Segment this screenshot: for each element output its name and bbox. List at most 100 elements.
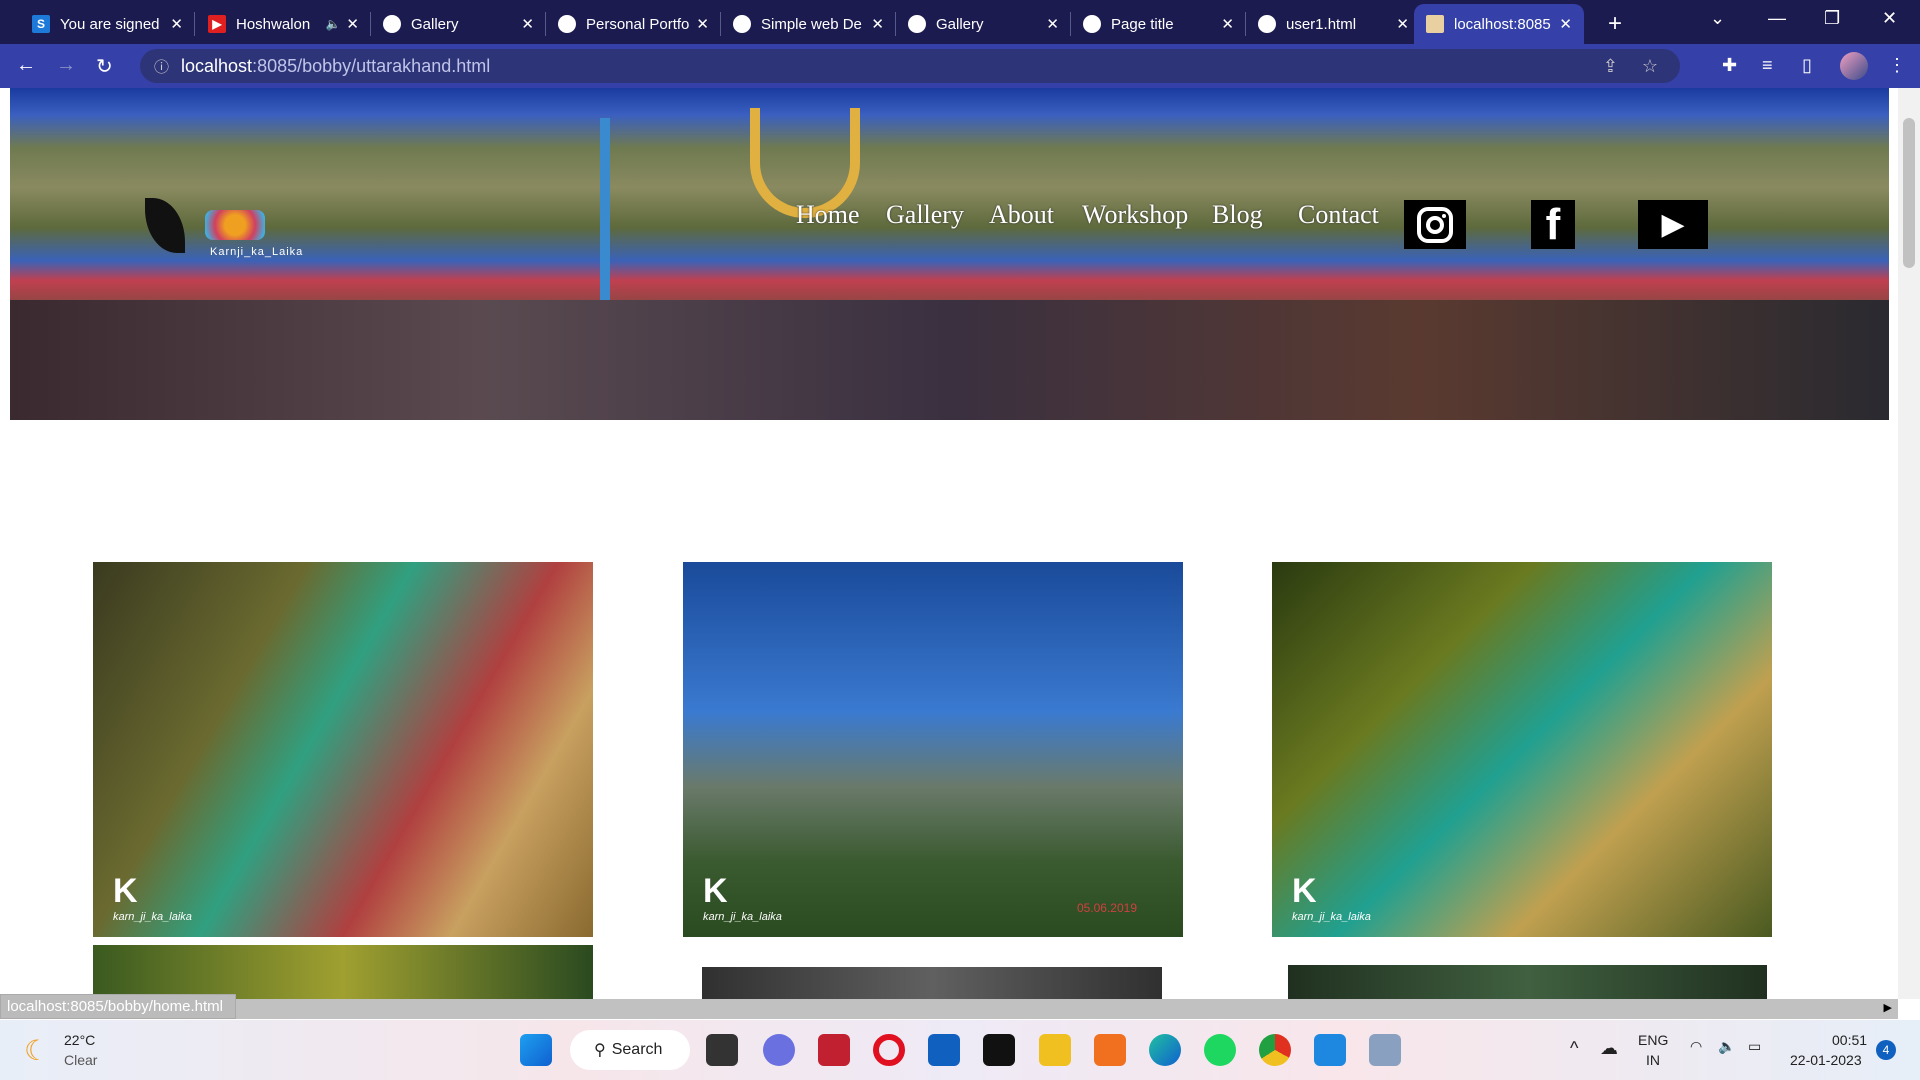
browser-tab[interactable]: Gallery ✕ bbox=[896, 4, 1071, 44]
nav-gallery[interactable]: Gallery bbox=[886, 200, 964, 230]
task-view-icon[interactable] bbox=[706, 1034, 738, 1066]
language-indicator[interactable]: ENG bbox=[1638, 1032, 1668, 1048]
close-tab-icon[interactable]: ✕ bbox=[170, 15, 183, 33]
profile-avatar[interactable] bbox=[1840, 52, 1868, 80]
search-icon: ⚲ bbox=[594, 1042, 606, 1059]
tab-label: Simple web De bbox=[761, 15, 862, 33]
globe-icon bbox=[1258, 15, 1276, 33]
taskbar: ☾ 22°C Clear ⚲ Search ^ ☁ ENG IN ◠ 🔈 ▭ 00… bbox=[0, 1020, 1920, 1080]
nav-about[interactable]: About bbox=[989, 200, 1054, 230]
vertical-scrollbar[interactable] bbox=[1898, 88, 1920, 999]
nav-workshop[interactable]: Workshop bbox=[1082, 200, 1188, 230]
tab-label: Gallery bbox=[936, 15, 984, 33]
tab-label: user1.html bbox=[1286, 15, 1357, 33]
side-panel-icon[interactable]: ▯ bbox=[1802, 55, 1812, 76]
close-tab-icon[interactable]: ✕ bbox=[1559, 15, 1572, 33]
weather-temp[interactable]: 22°C bbox=[64, 1032, 95, 1048]
instagram-icon[interactable] bbox=[1404, 200, 1466, 249]
opera-icon[interactable] bbox=[873, 1034, 905, 1066]
close-tab-icon[interactable]: ✕ bbox=[1221, 15, 1234, 33]
globe-icon bbox=[908, 15, 926, 33]
terminal-icon[interactable] bbox=[983, 1034, 1015, 1066]
moon-icon: ☾ bbox=[24, 1035, 50, 1066]
file-explorer-icon[interactable] bbox=[1039, 1034, 1071, 1066]
browser-tab[interactable]: Simple web De ✕ bbox=[721, 4, 896, 44]
reload-button[interactable]: ↻ bbox=[96, 54, 113, 79]
browser-tab[interactable]: Page title ✕ bbox=[1071, 4, 1246, 44]
close-window-button[interactable]: ✕ bbox=[1882, 8, 1897, 29]
horizontal-scrollbar[interactable]: ▶ bbox=[0, 999, 1898, 1019]
browser-tab[interactable]: ▶ Hoshwalon 🔈 ✕ bbox=[196, 4, 371, 44]
audio-icon[interactable]: 🔈 bbox=[325, 17, 340, 31]
maximize-button[interactable]: ❐ bbox=[1824, 8, 1840, 29]
media-control-icon[interactable]: ≡ bbox=[1762, 55, 1773, 76]
share-icon[interactable]: ⇪ bbox=[1603, 56, 1618, 77]
youtube-icon[interactable]: ▶ bbox=[1638, 200, 1708, 249]
weather-desc[interactable]: Clear bbox=[64, 1052, 97, 1068]
gallery-image[interactable]: Kkarn_ji_ka_laika 05.06.2019 bbox=[683, 562, 1183, 937]
battery-icon[interactable]: ▭ bbox=[1748, 1038, 1761, 1055]
microsoft-store-icon[interactable] bbox=[928, 1034, 960, 1066]
tomcat-icon bbox=[1426, 15, 1444, 33]
close-tab-icon[interactable]: ✕ bbox=[346, 15, 359, 33]
close-tab-icon[interactable]: ✕ bbox=[1396, 15, 1409, 33]
gallery-image[interactable]: Kkarn_ji_ka_laika bbox=[93, 562, 593, 937]
close-tab-icon[interactable]: ✕ bbox=[1046, 15, 1059, 33]
watermark: karn_ji_ka_laika bbox=[1292, 911, 1371, 923]
minimize-button[interactable]: — bbox=[1768, 8, 1786, 29]
browser-tab[interactable]: Gallery ✕ bbox=[371, 4, 546, 44]
site-logo[interactable]: Karnji_ka_Laika bbox=[135, 198, 325, 263]
virtualbox-icon[interactable] bbox=[1369, 1034, 1401, 1066]
tab-search-icon[interactable]: ⌄ bbox=[1710, 8, 1725, 29]
tab-strip: S You are signed ✕ ▶ Hoshwalon 🔈 ✕ Gallery ✕ Pers… bbox=[0, 0, 1920, 44]
new-tab-button[interactable]: + bbox=[1596, 4, 1634, 44]
forward-button[interactable]: → bbox=[56, 54, 76, 77]
close-tab-icon[interactable]: ✕ bbox=[521, 15, 534, 33]
spotify-icon[interactable] bbox=[1204, 1034, 1236, 1066]
tab-label: You are signed bbox=[60, 15, 160, 33]
bookmark-star-icon[interactable]: ☆ bbox=[1642, 56, 1658, 77]
globe-icon bbox=[558, 15, 576, 33]
chrome-icon[interactable] bbox=[1259, 1034, 1291, 1066]
close-tab-icon[interactable]: ✕ bbox=[696, 15, 709, 33]
notification-badge[interactable]: 4 bbox=[1876, 1040, 1896, 1060]
back-button[interactable]: ← bbox=[16, 54, 36, 77]
tab-label: Hoshwalon bbox=[236, 15, 311, 33]
onedrive-icon[interactable]: ☁ bbox=[1600, 1038, 1618, 1059]
logo-text: Karnji_ka_Laika bbox=[210, 246, 304, 258]
browser-tab[interactable]: Personal Portfo ✕ bbox=[546, 4, 721, 44]
volume-icon[interactable]: 🔈 bbox=[1718, 1038, 1735, 1055]
vscode-icon[interactable] bbox=[1314, 1034, 1346, 1066]
nav-home[interactable]: Home bbox=[796, 200, 860, 230]
tab-label: Personal Portfo bbox=[586, 15, 690, 33]
close-tab-icon[interactable]: ✕ bbox=[871, 15, 884, 33]
search-label: Search bbox=[611, 1041, 663, 1058]
wifi-icon[interactable]: ◠ bbox=[1690, 1038, 1702, 1055]
browser-tab[interactable]: localhost:8085 ✕ bbox=[1414, 4, 1584, 44]
menu-icon[interactable]: ⋮ bbox=[1888, 55, 1906, 76]
mcafee-icon[interactable] bbox=[818, 1034, 850, 1066]
info-icon[interactable]: ⓘ bbox=[154, 56, 169, 77]
search-box[interactable]: ⚲ Search bbox=[570, 1030, 690, 1070]
facebook-icon[interactable]: f bbox=[1531, 200, 1575, 249]
address-bar[interactable]: ⓘ localhost:8085/bobby/uttarakhand.html … bbox=[140, 49, 1680, 83]
url-path: :8085/bobby/uttarakhand.html bbox=[252, 55, 491, 76]
xampp-icon[interactable] bbox=[1094, 1034, 1126, 1066]
globe-icon bbox=[383, 15, 401, 33]
clock-time[interactable]: 00:51 bbox=[1832, 1032, 1867, 1048]
browser-tab[interactable]: S You are signed ✕ bbox=[20, 4, 195, 44]
nav-blog[interactable]: Blog bbox=[1212, 200, 1263, 230]
teams-chat-icon[interactable] bbox=[763, 1034, 795, 1066]
browser-tab[interactable]: user1.html ✕ bbox=[1246, 4, 1421, 44]
windows-start-icon[interactable] bbox=[520, 1034, 552, 1066]
edge-icon[interactable] bbox=[1149, 1034, 1181, 1066]
tab-label: Gallery bbox=[411, 15, 459, 33]
nav-contact[interactable]: Contact bbox=[1298, 200, 1379, 230]
tab-label: localhost:8085 bbox=[1454, 15, 1551, 33]
language-region[interactable]: IN bbox=[1646, 1052, 1660, 1068]
gallery-image[interactable]: Kkarn_ji_ka_laika bbox=[1272, 562, 1772, 937]
extensions-icon[interactable]: ✚ bbox=[1722, 55, 1737, 76]
clock-date[interactable]: 22-01-2023 bbox=[1790, 1052, 1862, 1068]
tab-label: Page title bbox=[1111, 15, 1174, 33]
show-hidden-icons[interactable]: ^ bbox=[1570, 1038, 1578, 1059]
